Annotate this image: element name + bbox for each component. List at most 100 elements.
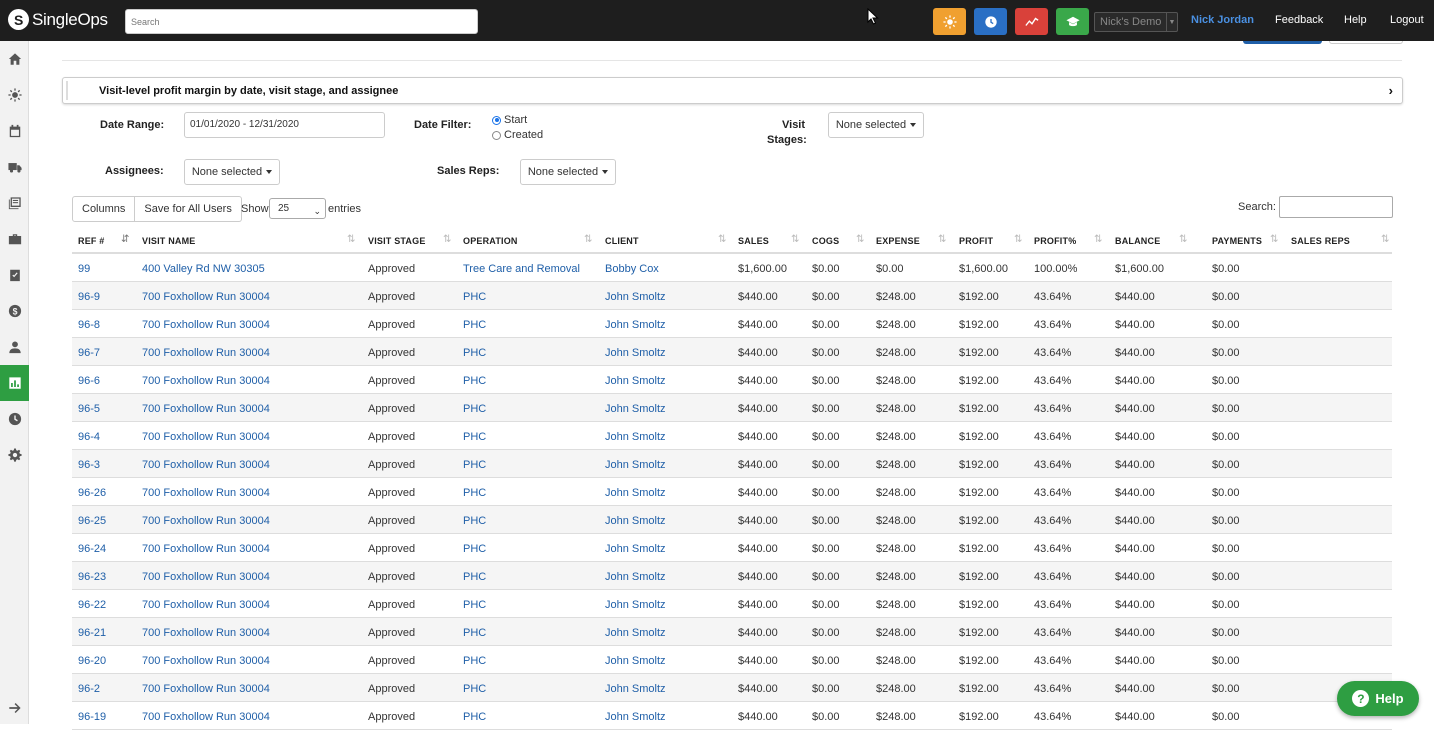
help-widget-button[interactable]: ? Help	[1337, 681, 1419, 716]
header-secondary-button[interactable]	[1329, 41, 1403, 44]
cell-client[interactable]: John Smoltz	[605, 431, 666, 443]
column-header-balance[interactable]: BALANCE	[1115, 236, 1160, 246]
sidebar-item-jobs[interactable]	[0, 221, 29, 257]
cell-client[interactable]: John Smoltz	[605, 403, 666, 415]
visit-stages-dropdown[interactable]: None selected	[828, 112, 924, 138]
trend-quick-button[interactable]	[1015, 8, 1048, 35]
cell-ref[interactable]: 96-22	[78, 599, 106, 611]
account-select[interactable]: Nick's Demo ▼	[1094, 12, 1178, 32]
cell-ref[interactable]: 96-21	[78, 627, 106, 639]
sidebar-item-settings[interactable]	[0, 437, 29, 473]
cell-visit-name[interactable]: 700 Foxhollow Run 30004	[142, 319, 270, 331]
sort-icon[interactable]: ⇅	[1094, 234, 1102, 245]
cell-client[interactable]: John Smoltz	[605, 291, 666, 303]
save-for-all-users-button[interactable]: Save for All Users	[135, 196, 242, 222]
cell-visit-name[interactable]: 700 Foxhollow Run 30004	[142, 711, 270, 723]
column-header-expense[interactable]: EXPENSE	[876, 236, 920, 246]
sidebar-item-fleet[interactable]	[0, 149, 29, 185]
sort-icon[interactable]: ⇅	[443, 234, 451, 245]
cell-ref[interactable]: 99	[78, 263, 90, 275]
columns-button[interactable]: Columns	[72, 196, 136, 222]
global-search-input[interactable]	[125, 9, 478, 34]
date-filter-created-radio[interactable]: Created	[492, 129, 543, 141]
cell-visit-name[interactable]: 700 Foxhollow Run 30004	[142, 683, 270, 695]
help-link[interactable]: Help	[1344, 14, 1367, 26]
cell-visit-name[interactable]: 700 Foxhollow Run 30004	[142, 627, 270, 639]
sort-icon[interactable]: ⇅	[1270, 234, 1278, 245]
header-primary-button[interactable]	[1243, 41, 1322, 44]
cell-visit-name[interactable]: 700 Foxhollow Run 30004	[142, 459, 270, 471]
cell-client[interactable]: John Smoltz	[605, 683, 666, 695]
cell-operation[interactable]: PHC	[463, 347, 486, 359]
cell-client[interactable]: John Smoltz	[605, 543, 666, 555]
cell-client[interactable]: John Smoltz	[605, 571, 666, 583]
cell-operation[interactable]: PHC	[463, 571, 486, 583]
table-search-input[interactable]	[1279, 196, 1393, 218]
cell-client[interactable]: John Smoltz	[605, 711, 666, 723]
cell-client[interactable]: Bobby Cox	[605, 263, 659, 275]
sort-icon[interactable]: ⇅	[856, 234, 864, 245]
cell-visit-name[interactable]: 700 Foxhollow Run 30004	[142, 403, 270, 415]
cell-operation[interactable]: PHC	[463, 487, 486, 499]
assignees-dropdown[interactable]: None selected	[184, 159, 280, 185]
feedback-link[interactable]: Feedback	[1275, 14, 1323, 26]
column-header-client[interactable]: CLIENT	[605, 236, 639, 246]
sort-icon[interactable]: ⇅	[584, 234, 592, 245]
user-menu-link[interactable]: Nick Jordan	[1191, 14, 1254, 26]
column-header-visit-stage[interactable]: VISIT STAGE	[368, 236, 426, 246]
cell-ref[interactable]: 96-9	[78, 291, 100, 303]
sort-icon[interactable]: ⇅	[791, 234, 799, 245]
cell-operation[interactable]: PHC	[463, 403, 486, 415]
cell-client[interactable]: John Smoltz	[605, 319, 666, 331]
sidebar-item-catalog[interactable]	[0, 185, 29, 221]
column-header-visit-name[interactable]: VISIT NAME	[142, 236, 196, 246]
cell-operation[interactable]: PHC	[463, 711, 486, 723]
cell-ref[interactable]: 96-5	[78, 403, 100, 415]
cell-operation[interactable]: PHC	[463, 683, 486, 695]
logout-link[interactable]: Logout	[1390, 14, 1424, 26]
sales-reps-dropdown[interactable]: None selected	[520, 159, 616, 185]
graduation-cap-quick-button[interactable]	[1056, 8, 1089, 35]
sort-icon[interactable]: ⇅	[1014, 234, 1022, 245]
column-header-profit[interactable]: PROFIT	[959, 236, 993, 246]
sidebar-item-tasks[interactable]	[0, 257, 29, 293]
sort-icon[interactable]: ⇅	[718, 234, 726, 245]
cell-visit-name[interactable]: 700 Foxhollow Run 30004	[142, 431, 270, 443]
cell-operation[interactable]: PHC	[463, 655, 486, 667]
cell-visit-name[interactable]: 700 Foxhollow Run 30004	[142, 375, 270, 387]
cell-visit-name[interactable]: 700 Foxhollow Run 30004	[142, 543, 270, 555]
cell-operation[interactable]: Tree Care and Removal	[463, 263, 580, 275]
app-logo[interactable]: S SingleOps	[8, 9, 108, 30]
sidebar-item-reports[interactable]	[0, 365, 29, 401]
sun-quick-button[interactable]	[933, 8, 966, 35]
column-header-ref[interactable]: REF #	[78, 236, 105, 246]
sidebar-item-services[interactable]	[0, 77, 29, 113]
cell-operation[interactable]: PHC	[463, 291, 486, 303]
sort-icon[interactable]: ⇅	[1179, 234, 1187, 245]
cell-operation[interactable]: PHC	[463, 319, 486, 331]
cell-visit-name[interactable]: 700 Foxhollow Run 30004	[142, 599, 270, 611]
report-description-panel[interactable]: Visit-level profit margin by date, visit…	[62, 77, 1403, 104]
sort-desc-icon[interactable]: ⇵	[121, 234, 129, 245]
cell-client[interactable]: John Smoltz	[605, 375, 666, 387]
cell-ref[interactable]: 96-6	[78, 375, 100, 387]
sort-icon[interactable]: ⇅	[347, 234, 355, 245]
sort-icon[interactable]: ⇅	[938, 234, 946, 245]
column-header-sales[interactable]: SALES	[738, 236, 769, 246]
column-header-sales-reps[interactable]: SALES REPS	[1291, 236, 1350, 246]
cell-client[interactable]: John Smoltz	[605, 347, 666, 359]
cell-ref[interactable]: 96-25	[78, 515, 106, 527]
cell-client[interactable]: John Smoltz	[605, 627, 666, 639]
clock-quick-button[interactable]	[974, 8, 1007, 35]
date-filter-start-radio[interactable]: Start	[492, 114, 527, 126]
column-header-payments[interactable]: PAYMENTS	[1212, 236, 1262, 246]
cell-visit-name[interactable]: 400 Valley Rd NW 30305	[142, 263, 265, 275]
sort-icon[interactable]: ⇅	[1381, 234, 1389, 245]
cell-operation[interactable]: PHC	[463, 627, 486, 639]
cell-operation[interactable]: PHC	[463, 515, 486, 527]
cell-visit-name[interactable]: 700 Foxhollow Run 30004	[142, 515, 270, 527]
cell-ref[interactable]: 96-4	[78, 431, 100, 443]
cell-operation[interactable]: PHC	[463, 459, 486, 471]
sidebar-item-time[interactable]	[0, 401, 29, 437]
cell-visit-name[interactable]: 700 Foxhollow Run 30004	[142, 347, 270, 359]
